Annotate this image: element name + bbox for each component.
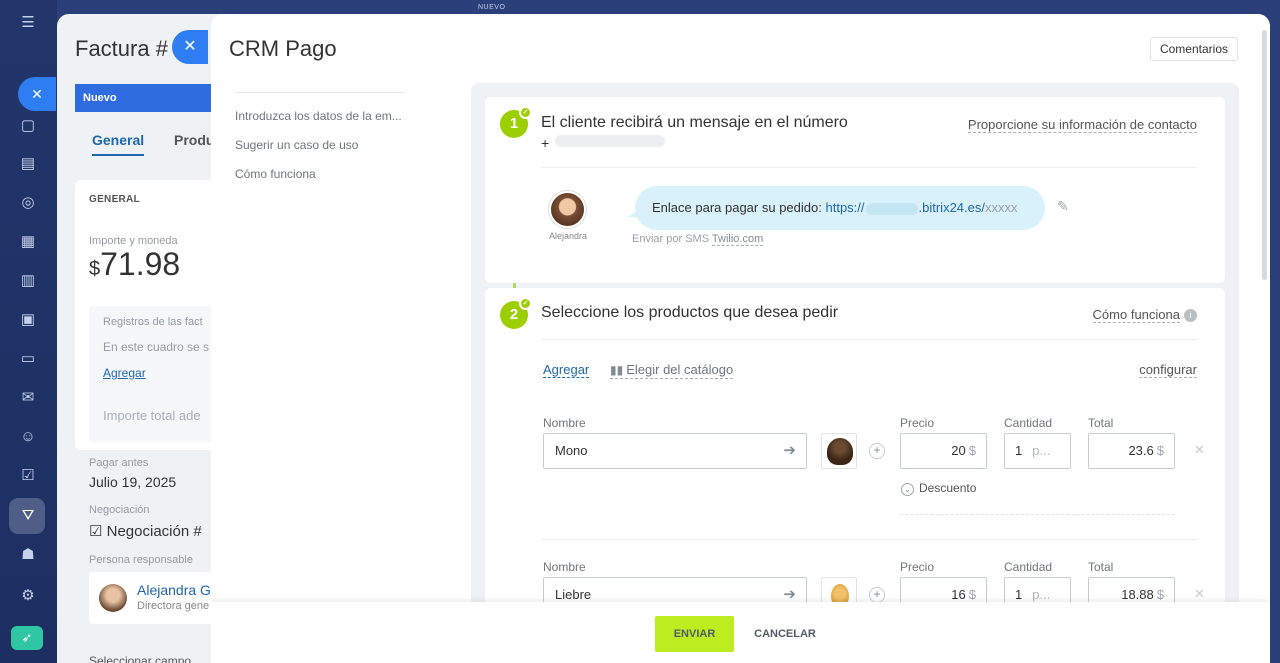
board-icon[interactable]: ▣ [17,309,39,331]
nav-item-use-case[interactable]: Sugerir un caso de uso [235,138,405,152]
checkbox-icon[interactable]: ☑ [17,465,39,487]
arrow-right-icon[interactable]: ➔ [783,434,796,468]
step1-title: El cliente recibirá un mensaje en el núm… [541,114,848,131]
choose-catalog-link[interactable]: ▮▮ Elegir del catálogo [610,362,734,379]
tab-general[interactable]: General [92,132,145,156]
step1-badge: 1 ✓ [500,106,532,138]
crm-icon[interactable]: ◎ [17,192,39,214]
discount-toggle[interactable]: ⌄ Descuento [901,481,976,496]
close-slider-button[interactable]: ✕ [172,30,208,64]
calendar-icon[interactable]: ▦ [17,231,39,253]
select-field-link[interactable]: Seleccionar campo [89,654,191,663]
settings-icon[interactable]: ⚙ [17,585,39,607]
page-title: CRM Pago [229,36,337,61]
sms-provider-note: Enviar por SMS Twilio.com [632,233,764,246]
comments-button[interactable]: Comentarios [1149,37,1238,61]
tab-products[interactable]: Produ [174,132,214,148]
phone-number [555,135,665,147]
avatar-name: Alejandra [548,231,588,241]
contacts-icon[interactable]: ☺ [17,426,39,448]
total-input[interactable]: 23.6 $ [1088,433,1175,469]
product-name-input[interactable]: Mono ➔ [543,433,807,469]
invoice-title: Factura # [75,36,168,61]
rocket-icon[interactable]: ➶ [11,626,43,650]
product-image[interactable] [821,433,857,469]
funnel-icon[interactable]: ⛛ [17,505,39,527]
scrollbar[interactable] [1262,30,1267,280]
content-area: 1 ✓ El cliente recibirá un mensaje en el… [471,83,1239,663]
footer-bar: ENVIAR CANCELAR [211,602,1270,663]
book-icon: ▮▮ [610,363,624,377]
add-register-link[interactable]: Agregar [103,366,146,380]
step2-title: Seleccione los productos que desea pedir [541,304,839,321]
check-icon: ✓ [519,106,532,119]
configure-link[interactable]: configurar [1139,362,1197,378]
avatar [99,584,127,612]
close-icon: ✕ [183,38,197,55]
app-sidebar: ☰ ✕ ▢ ▤ ◎ ▦ ▥ ▣ ▭ ✉ ☺ ☑ ⛛ ☗ ⚙ ➶ [0,0,57,663]
chevron-down-icon: ⌄ [901,483,914,496]
how-it-works-link[interactable]: Cómo funciona i [1092,307,1197,323]
message-bubble: Enlace para pagar su pedido: https://.bi… [635,186,1045,230]
left-nav: Introduzca los datos de la em... Sugerir… [235,92,405,196]
remove-product-icon[interactable]: ✕ [1194,442,1205,458]
info-icon: i [1184,309,1197,323]
crm-payment-slider: CRM Pago Comentarios Introduzca los dato… [211,14,1270,663]
chat-icon[interactable]: ▢ [17,115,39,137]
price-input[interactable]: 20 $ [900,433,987,469]
payment-link[interactable]: https://.bitrix24.es/ [825,200,985,215]
pay-before-value: Julio 19, 2025 [89,474,177,490]
general-card-title: GENERAL [89,194,140,205]
menu-icon[interactable]: ☰ [17,12,39,34]
nav-item-how-it-works[interactable]: Cómo funciona [235,167,405,181]
documents-icon[interactable]: ▥ [17,270,39,292]
avatar [549,191,586,228]
step1-card: 1 ✓ El cliente recibirá un mensaje en el… [485,97,1225,283]
sms-provider-link[interactable]: Twilio.com [711,233,764,246]
pencil-icon[interactable]: ✎ [1057,198,1069,215]
contact-info-link[interactable]: Proporcione su información de contacto [967,117,1197,133]
robot-icon[interactable]: ☗ [17,544,39,566]
mail-icon[interactable]: ✉ [17,387,39,409]
add-product-link[interactable]: Agregar [543,362,590,378]
plus-icon[interactable]: + [869,587,885,603]
amount-value: $71.98 [89,246,181,282]
cancel-button[interactable]: CANCELAR [745,616,825,652]
plus-icon[interactable]: + [869,443,885,459]
deal-value[interactable]: ☑ Negociación # [89,522,202,540]
step2-badge: 2 ✓ [500,297,532,329]
new-badge: NUEVO [478,4,506,11]
quantity-input[interactable]: 1 p... [1004,433,1071,469]
tasks-icon[interactable]: ▤ [17,153,39,175]
remove-product-icon[interactable]: ✕ [1194,586,1205,602]
shop-icon[interactable]: ▭ [17,348,39,370]
check-icon: ✓ [519,297,532,310]
send-button[interactable]: ENVIAR [655,616,734,652]
sidebar-close-icon[interactable]: ✕ [18,77,56,111]
nav-item-company-data[interactable]: Introduzca los datos de la em... [235,109,405,123]
